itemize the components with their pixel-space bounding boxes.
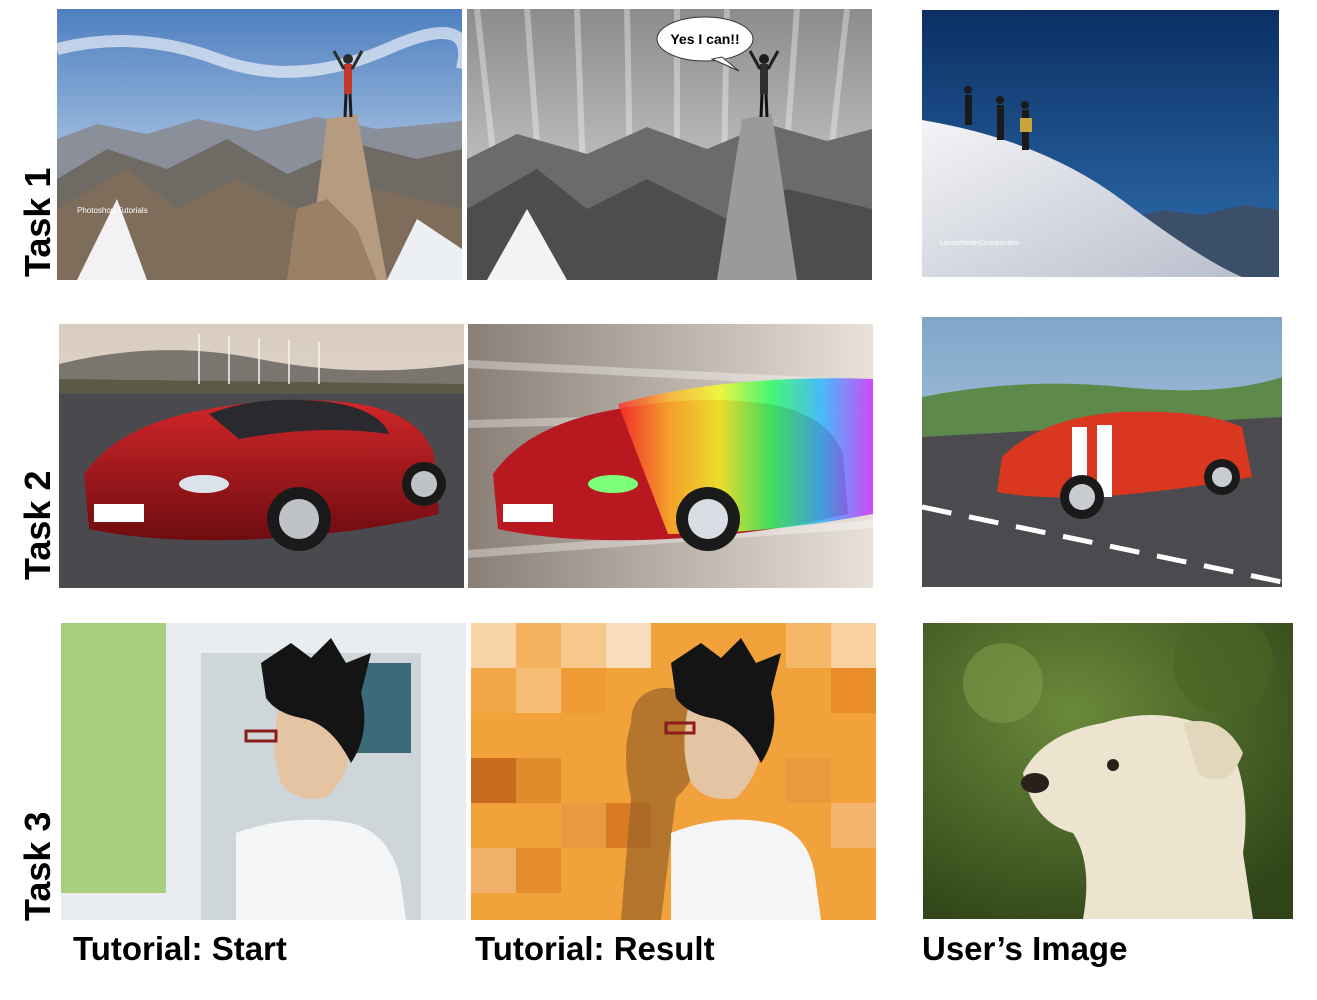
task1-result-image: Yes I can!! xyxy=(467,9,872,280)
column-label-tutorial-start: Tutorial: Start xyxy=(73,930,287,967)
task3-start-image xyxy=(61,623,466,920)
task3-result-image xyxy=(471,623,876,920)
task1-user-image: Lenzerheide|Graubünden xyxy=(922,10,1279,277)
column-label-users-image: User’s Image xyxy=(922,930,1128,967)
task3-user-image xyxy=(923,623,1293,919)
row-label-task-3: Task 3 xyxy=(17,811,58,921)
column-label-tutorial-result: Tutorial: Result xyxy=(475,930,715,967)
task2-user-image xyxy=(922,317,1282,587)
task2-result-image xyxy=(468,324,873,588)
row-label-task-1: Task 1 xyxy=(17,167,58,277)
task2-start-image xyxy=(59,324,464,588)
task1-result-speech: Yes I can!! xyxy=(670,31,739,47)
task1-start-watermark: Photoshop Tutorials xyxy=(77,206,148,215)
task1-start-image: Photoshop Tutorials xyxy=(57,9,462,280)
row-label-task-2: Task 2 xyxy=(17,470,58,580)
task1-user-watermark: Lenzerheide|Graubünden xyxy=(940,240,1019,247)
